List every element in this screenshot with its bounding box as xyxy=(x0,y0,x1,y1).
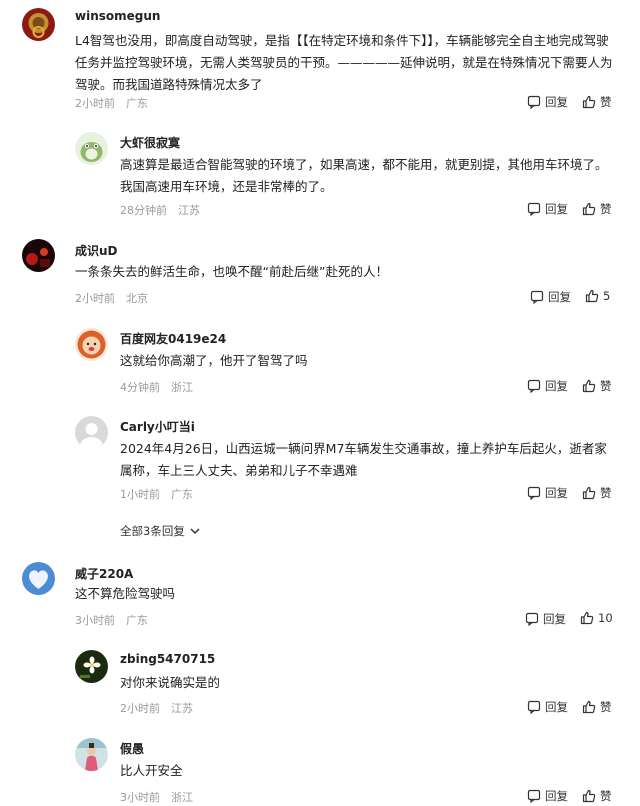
thumbs-up-icon xyxy=(582,789,596,803)
default-user-icon[interactable] xyxy=(75,416,108,449)
thumbs-up-icon xyxy=(582,700,596,714)
like-label: 10 xyxy=(598,611,613,625)
comment-time: 1小时前 xyxy=(120,488,160,501)
like-label: 赞 xyxy=(600,379,612,393)
like-button[interactable]: 赞 xyxy=(582,699,612,715)
reply-button[interactable]: 回复 xyxy=(525,611,566,627)
girl-photo-icon[interactable] xyxy=(75,738,108,771)
thumbs-up-icon xyxy=(585,289,599,303)
like-button[interactable]: 5 xyxy=(585,289,610,303)
like-button[interactable]: 10 xyxy=(580,611,613,625)
reply-label: 回复 xyxy=(545,789,568,803)
comment-text: 这不算危险驾驶吗 xyxy=(75,586,176,601)
comment-time: 2小时前 xyxy=(75,292,115,305)
chevron-down-icon xyxy=(190,528,200,535)
thumbs-up-icon xyxy=(580,611,594,625)
comment-username[interactable]: zbing5470715 xyxy=(120,652,215,666)
comment-meta: 3小时前 广东 xyxy=(75,612,148,628)
comment-text: 比人开安全 xyxy=(120,763,183,778)
comment-meta: 2小时前 北京 xyxy=(75,290,148,306)
like-label: 赞 xyxy=(600,95,612,109)
comment-time: 4分钟前 xyxy=(120,381,160,394)
comment-text: 高速算是最适合智能驾驶的环境了，如果高速，都不能用，就更别提，其他用车环境了。我… xyxy=(120,157,608,194)
comment-text: 这就给你高潮了，他开了智驾了吗 xyxy=(120,353,308,368)
reply-icon xyxy=(527,379,541,393)
like-label: 赞 xyxy=(600,202,612,216)
reply-icon xyxy=(527,486,541,500)
reply-label: 回复 xyxy=(545,486,568,500)
comment-username[interactable]: 成识uD xyxy=(75,242,118,259)
reply-button[interactable]: 回复 xyxy=(527,201,568,217)
thumbs-up-icon xyxy=(582,379,596,393)
totoro-avatar-icon[interactable] xyxy=(75,132,108,165)
comment-meta: 2小时前 江苏 xyxy=(120,700,193,716)
expand-replies-button[interactable]: 全部3条回复 xyxy=(120,523,201,539)
reply-icon xyxy=(527,789,541,803)
reply-button[interactable]: 回复 xyxy=(527,378,568,394)
reply-button[interactable]: 回复 xyxy=(527,788,568,804)
comment-time: 2小时前 xyxy=(120,702,160,715)
reply-icon xyxy=(527,700,541,714)
reply-button[interactable]: 回复 xyxy=(530,289,571,305)
reply-button[interactable]: 回复 xyxy=(527,699,568,715)
lion-cartoon-icon[interactable] xyxy=(75,328,108,361)
reply-icon xyxy=(527,202,541,216)
reply-label: 回复 xyxy=(545,202,568,216)
thumbs-up-icon xyxy=(582,95,596,109)
comment-location: 浙江 xyxy=(171,381,193,394)
comment-text: 2024年4月26日，山西运城一辆问界M7车辆发生交通事故，撞上养护车后起火，逝… xyxy=(120,441,607,478)
thumbs-up-icon xyxy=(582,202,596,216)
comment-location: 浙江 xyxy=(171,791,193,804)
like-label: 5 xyxy=(603,289,611,303)
comment-time: 3小时前 xyxy=(120,791,160,804)
comment-username[interactable]: 威子220A xyxy=(75,565,133,582)
comment-location: 江苏 xyxy=(171,702,193,715)
reply-label: 回复 xyxy=(545,700,568,714)
comment-username[interactable]: 百度网友0419e24 xyxy=(120,330,226,347)
comment-location: 广东 xyxy=(171,488,193,501)
like-label: 赞 xyxy=(600,789,612,803)
like-button[interactable]: 赞 xyxy=(582,788,612,804)
comment-text: L4智驾也没用，即高度自动驾驶，是指【【在特定环境和条件下】】，车辆能够完全自主… xyxy=(75,33,613,92)
comment-time: 28分钟前 xyxy=(120,204,167,217)
reply-label: 回复 xyxy=(548,290,571,304)
comment-time: 3小时前 xyxy=(75,614,115,627)
thumbs-up-icon xyxy=(582,486,596,500)
comment-username[interactable]: Carly小叮当i xyxy=(120,418,195,435)
comment-meta: 4分钟前 浙江 xyxy=(120,379,193,395)
comment-meta: 2小时前 广东 xyxy=(75,95,148,111)
like-button[interactable]: 赞 xyxy=(582,201,612,217)
comment-text: 对你来说确实是的 xyxy=(120,675,221,690)
reply-label: 回复 xyxy=(543,612,566,626)
reply-icon xyxy=(525,612,539,626)
expand-replies-label: 全部3条回复 xyxy=(120,524,185,538)
comment-location: 北京 xyxy=(126,292,148,305)
comment-text: 一条条失去的鲜活生命，也唤不醒“前赴后继”赴死的人！ xyxy=(75,264,388,279)
lion-head-knocker-icon[interactable] xyxy=(22,8,55,41)
comment-username[interactable]: 大虾很寂寞 xyxy=(120,134,180,151)
flower-photo-icon[interactable] xyxy=(75,650,108,683)
reply-icon xyxy=(530,290,544,304)
comment-meta: 3小时前 浙江 xyxy=(120,789,193,805)
comment-username[interactable]: 假愚 xyxy=(120,740,144,757)
dark-red-photo-icon[interactable] xyxy=(22,239,55,272)
comment-username[interactable]: winsomegun xyxy=(75,9,160,23)
comment-location: 广东 xyxy=(126,97,148,110)
comment-location: 江苏 xyxy=(178,204,200,217)
comment-location: 广东 xyxy=(126,614,148,627)
reply-button[interactable]: 回复 xyxy=(527,94,568,110)
comment-meta: 1小时前 广东 xyxy=(120,486,193,502)
like-button[interactable]: 赞 xyxy=(582,378,612,394)
reply-icon xyxy=(527,95,541,109)
heart-cloud-icon[interactable] xyxy=(22,562,55,595)
like-label: 赞 xyxy=(600,486,612,500)
like-button[interactable]: 赞 xyxy=(582,94,612,110)
comment-time: 2小时前 xyxy=(75,97,115,110)
reply-label: 回复 xyxy=(545,379,568,393)
like-label: 赞 xyxy=(600,700,612,714)
reply-button[interactable]: 回复 xyxy=(527,485,568,501)
like-button[interactable]: 赞 xyxy=(582,485,612,501)
reply-label: 回复 xyxy=(545,95,568,109)
comment-meta: 28分钟前 江苏 xyxy=(120,202,200,218)
